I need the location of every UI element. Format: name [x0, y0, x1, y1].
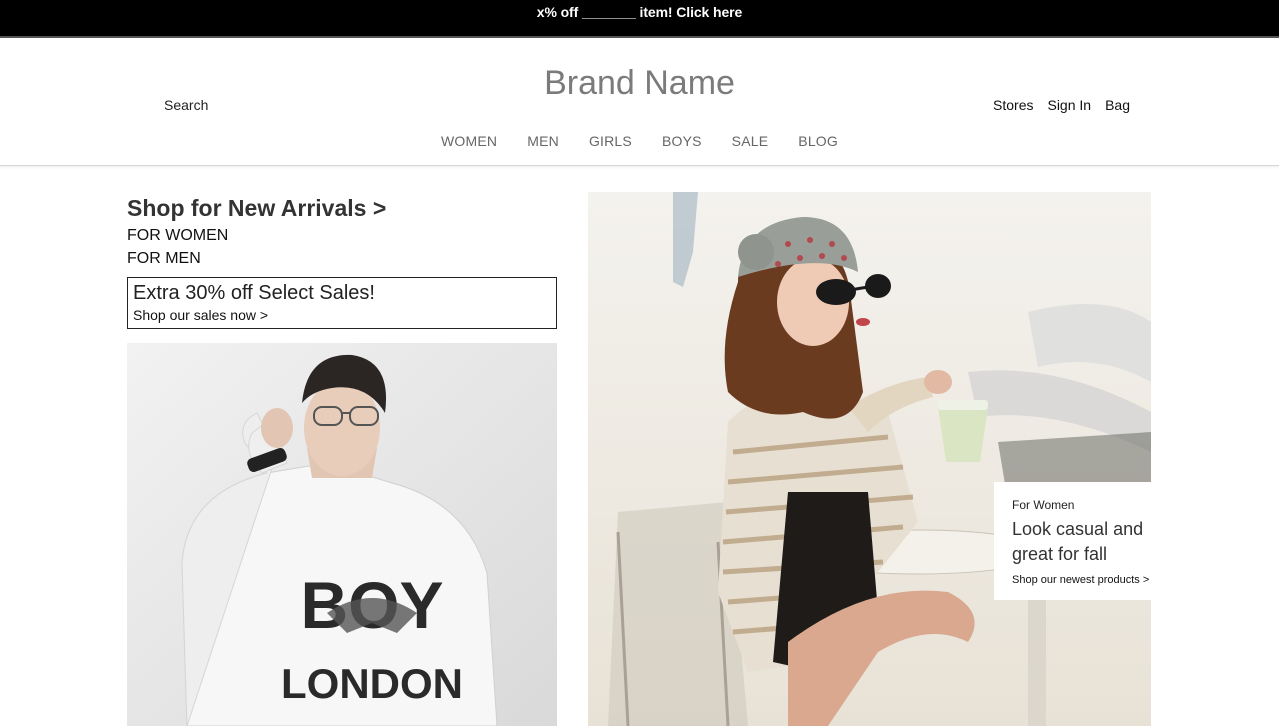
sign-in-link[interactable]: Sign In: [1047, 97, 1091, 113]
sale-link[interactable]: Shop our sales now >: [133, 305, 551, 325]
men-model-image[interactable]: BOY LONDON: [127, 343, 557, 726]
new-arrivals-heading[interactable]: Shop for New Arrivals >: [127, 192, 557, 224]
bag-link[interactable]: Bag: [1105, 97, 1130, 113]
stores-link[interactable]: Stores: [993, 97, 1033, 113]
nav-item-girls[interactable]: GIRLS: [589, 133, 632, 149]
feature-title: Look casual and great for fall: [1012, 517, 1151, 567]
feature-title-line2: great for fall: [1012, 544, 1108, 564]
sale-promo-box[interactable]: Extra 30% off Select Sales! Shop our sal…: [127, 277, 557, 329]
promo-link[interactable]: x% off _______ item! Click here: [537, 4, 743, 20]
men-model-illustration: BOY LONDON: [127, 343, 557, 726]
for-women-link[interactable]: FOR WOMEN: [127, 224, 557, 247]
shirt-print-london: LONDON: [281, 660, 463, 707]
promo-bar: x% off _______ item! Click here: [0, 0, 1279, 38]
for-men-link[interactable]: FOR MEN: [127, 247, 557, 270]
new-arrivals-panel: Shop for New Arrivals > FOR WOMEN FOR ME…: [127, 192, 557, 329]
nav-item-sale[interactable]: SALE: [732, 133, 769, 149]
women-model-image[interactable]: [588, 192, 1151, 726]
feature-category: For Women: [1012, 498, 1075, 512]
feature-caption: For Women Look casual and great for fall…: [994, 482, 1151, 600]
nav-item-men[interactable]: MEN: [527, 133, 559, 149]
shop-newest-link[interactable]: Shop our newest products >: [1012, 574, 1151, 586]
feature-title-line1: Look casual and: [1012, 519, 1144, 539]
utility-nav: Stores Sign In Bag: [993, 97, 1130, 113]
main-nav: WOMEN MEN GIRLS BOYS SALE BLOG: [0, 133, 1279, 149]
nav-item-boys[interactable]: BOYS: [662, 133, 702, 149]
brand-name[interactable]: Brand Name: [544, 64, 735, 102]
women-model-illustration: [588, 192, 1151, 726]
site-header: Search Brand Name Stores Sign In Bag WOM…: [0, 38, 1279, 166]
nav-item-women[interactable]: WOMEN: [441, 133, 497, 149]
sale-title: Extra 30% off Select Sales!: [133, 282, 375, 304]
nav-item-blog[interactable]: BLOG: [798, 133, 838, 149]
